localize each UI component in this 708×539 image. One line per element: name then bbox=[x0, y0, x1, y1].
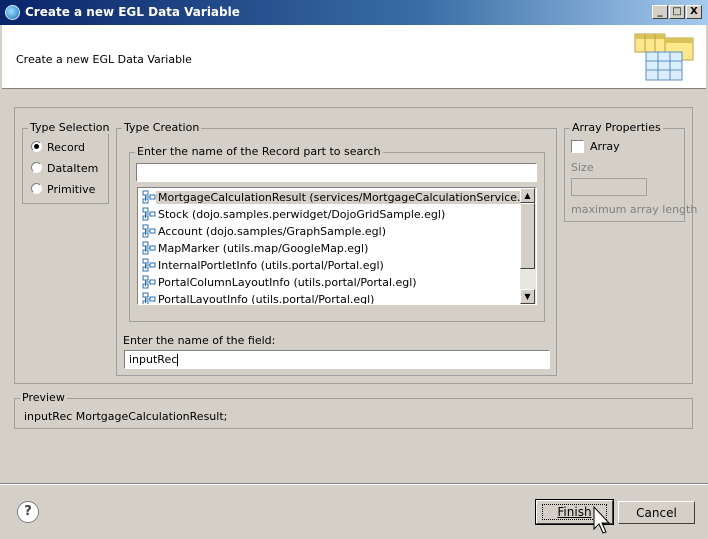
field-name-input[interactable]: inputRec bbox=[124, 350, 550, 369]
record-icon bbox=[142, 241, 156, 255]
array-checkbox[interactable]: Array bbox=[571, 140, 671, 154]
list-item[interactable]: MortgageCalculationResult (services/Mort… bbox=[138, 189, 520, 206]
list-scrollbar[interactable]: ▲ ▼ bbox=[520, 188, 536, 304]
record-search-legend: Enter the name of the Record part to sea… bbox=[135, 145, 383, 158]
array-checkbox-box[interactable] bbox=[571, 140, 584, 153]
list-item[interactable]: MapMarker (utils.map/GoogleMap.egl) bbox=[138, 240, 518, 257]
size-input[interactable] bbox=[571, 178, 647, 196]
list-item-label: InternalPortletInfo (utils.portal/Portal… bbox=[158, 259, 384, 272]
text-cursor bbox=[177, 354, 179, 366]
scroll-up-icon[interactable]: ▲ bbox=[520, 188, 535, 203]
minimize-button[interactable]: _ bbox=[652, 5, 668, 19]
close-button[interactable]: X bbox=[686, 5, 702, 19]
record-list[interactable]: MortgageCalculationResult (services/Mort… bbox=[137, 187, 537, 305]
radio-dataitem-label: DataItem bbox=[47, 162, 99, 175]
max-length-label: maximum array length bbox=[571, 203, 698, 216]
list-item-label: Stock (dojo.samples.perwidget/DojoGridSa… bbox=[158, 208, 446, 221]
cancel-button[interactable]: Cancel bbox=[618, 501, 695, 524]
mouse-cursor-icon bbox=[593, 506, 611, 534]
type-creation-legend: Type Creation bbox=[122, 121, 202, 134]
list-item[interactable]: InternalPortletInfo (utils.portal/Portal… bbox=[138, 257, 518, 274]
array-properties-legend: Array Properties bbox=[570, 121, 663, 134]
radio-primitive-indicator[interactable] bbox=[31, 183, 42, 194]
list-item-label: MapMarker (utils.map/GoogleMap.egl) bbox=[158, 242, 369, 255]
list-item[interactable]: Account (dojo.samples/GraphSample.egl) bbox=[138, 223, 518, 240]
list-item-label: PortalLayoutInfo (utils.portal/Portal.eg… bbox=[158, 293, 375, 304]
list-item[interactable]: PortalLayoutInfo (utils.portal/Portal.eg… bbox=[138, 291, 518, 304]
radio-dataitem-indicator[interactable] bbox=[31, 162, 42, 173]
radio-dataitem[interactable]: DataItem bbox=[31, 162, 111, 176]
preview-text: inputRec MortgageCalculationResult; bbox=[24, 410, 228, 423]
list-item-label: PortalColumnLayoutInfo (utils.portal/Por… bbox=[158, 276, 417, 289]
window-title: Create a new EGL Data Variable bbox=[25, 5, 240, 19]
record-icon bbox=[142, 258, 156, 272]
radio-primitive[interactable]: Primitive bbox=[31, 183, 111, 197]
field-name-label: Enter the name of the field: bbox=[123, 334, 276, 347]
record-search-input[interactable] bbox=[136, 163, 537, 182]
app-icon bbox=[5, 5, 20, 20]
type-selection-legend: Type Selection bbox=[28, 121, 112, 134]
wizard-banner-icon bbox=[634, 33, 694, 81]
record-icon bbox=[142, 190, 156, 204]
array-checkbox-label: Array bbox=[590, 140, 620, 153]
record-icon bbox=[142, 275, 156, 289]
title-bar[interactable]: Create a new EGL Data Variable _ □ X bbox=[0, 0, 708, 25]
record-icon bbox=[142, 207, 156, 221]
record-icon bbox=[142, 224, 156, 238]
list-item-label: Account (dojo.samples/GraphSample.egl) bbox=[158, 225, 387, 238]
record-icon bbox=[142, 292, 156, 304]
scrollbar-thumb[interactable] bbox=[520, 203, 535, 269]
scroll-down-icon[interactable]: ▼ bbox=[520, 289, 535, 304]
list-item[interactable]: PortalColumnLayoutInfo (utils.portal/Por… bbox=[138, 274, 518, 291]
radio-record-indicator[interactable] bbox=[31, 141, 42, 152]
wizard-description: Create a new EGL Data Variable bbox=[16, 53, 192, 66]
radio-primitive-label: Primitive bbox=[47, 183, 96, 196]
size-label: Size bbox=[571, 161, 594, 174]
preview-legend: Preview bbox=[20, 391, 67, 404]
record-list-rows: MortgageCalculationResult (services/Mort… bbox=[138, 188, 520, 304]
help-icon[interactable]: ? bbox=[17, 501, 39, 523]
field-name-value: inputRec bbox=[129, 353, 178, 366]
footer-separator bbox=[0, 483, 708, 485]
list-item-label: MortgageCalculationResult (services/Mort… bbox=[156, 191, 520, 204]
list-item[interactable]: Stock (dojo.samples.perwidget/DojoGridSa… bbox=[138, 206, 518, 223]
wizard-header: Create a new EGL Data Variable bbox=[2, 25, 706, 89]
maximize-button[interactable]: □ bbox=[669, 5, 685, 19]
radio-record-label: Record bbox=[47, 141, 86, 154]
radio-record[interactable]: Record bbox=[31, 141, 111, 155]
